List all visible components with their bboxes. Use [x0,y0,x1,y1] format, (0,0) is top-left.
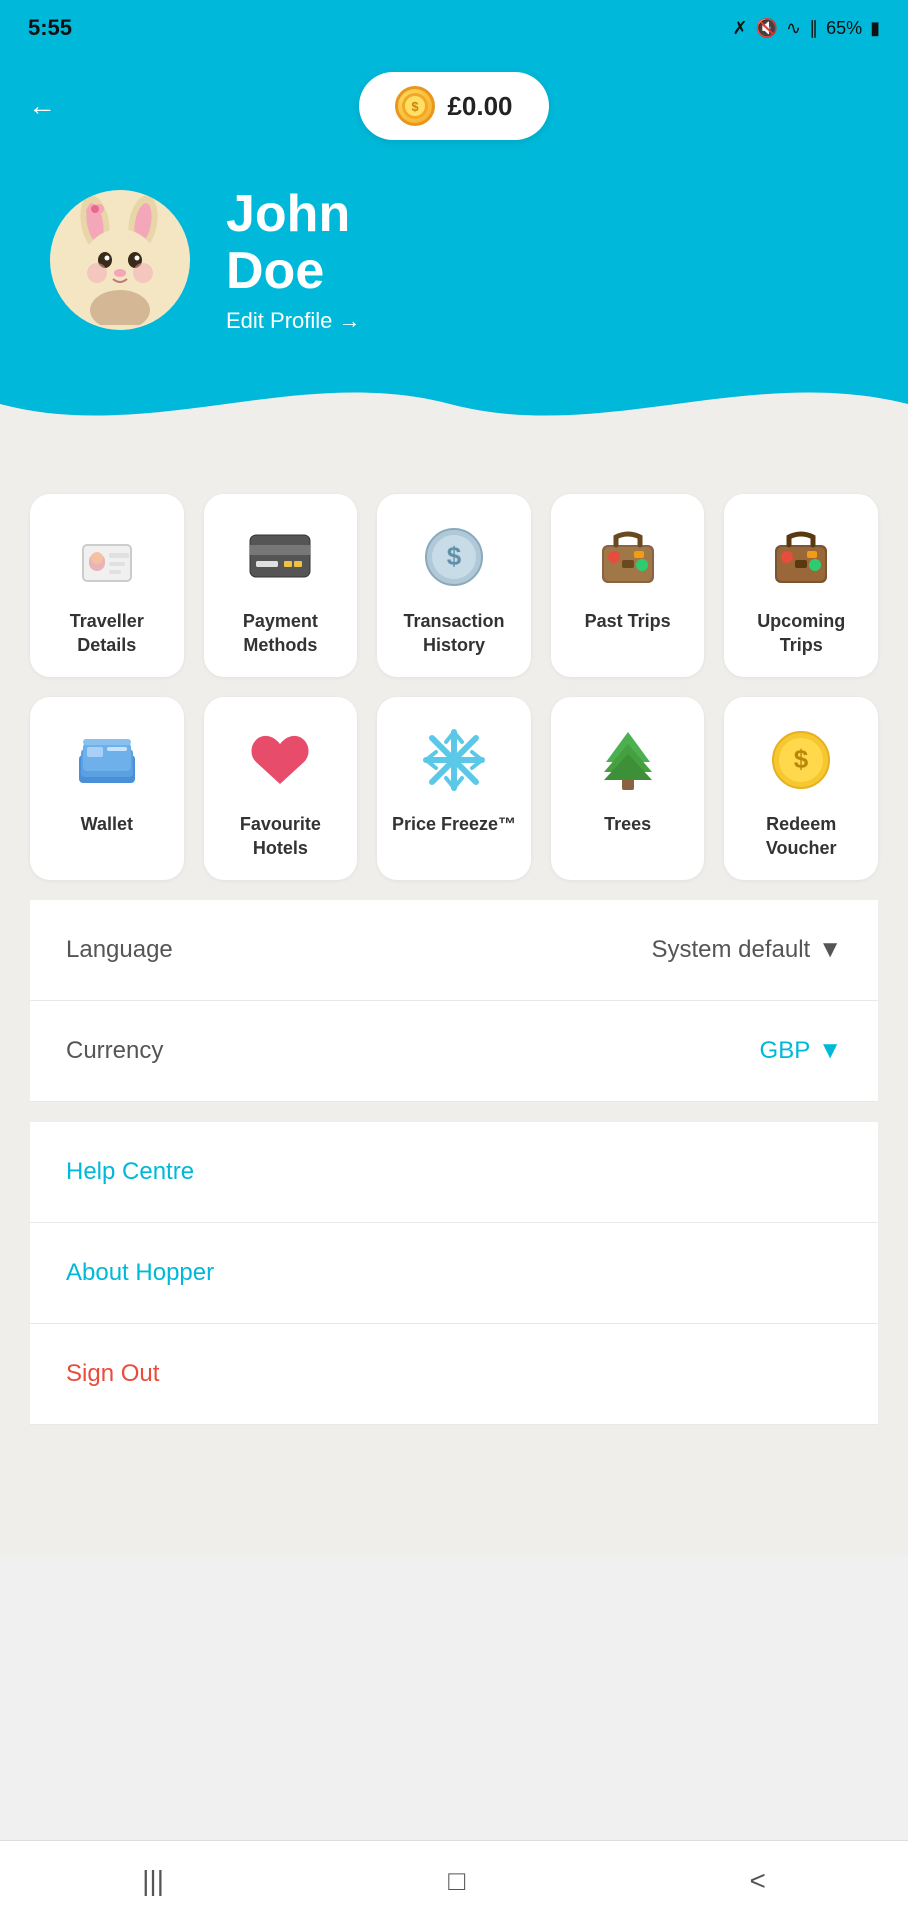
signal-icon: ∥ [809,18,818,39]
language-label: Language [66,936,173,964]
help-centre-row[interactable]: Help Centre [30,1122,878,1223]
sound-icon: 🔇 [756,18,778,39]
menu-section: Traveller Details Payment Methods [0,444,908,1555]
sign-out-link: Sign Out [66,1360,159,1387]
user-name: John Doe [226,186,361,300]
currency-row[interactable]: Currency GBP ▼ [30,1001,878,1102]
payment-methods-label: Payment Methods [214,610,348,657]
language-row[interactable]: Language System default ▼ [30,900,878,1001]
coin-icon: $ [395,86,435,126]
menu-grid-row2: Wallet Favourite Hotels [30,697,878,880]
settings-section: Language System default ▼ Currency GBP ▼ [30,900,878,1102]
upcoming-trips-label: Upcoming Trips [734,610,868,657]
avatar [50,190,190,330]
about-hopper-link: About Hopper [66,1259,214,1286]
redeem-voucher-label: Redeem Voucher [734,813,868,860]
svg-text:$: $ [412,99,420,114]
balance-amount: £0.00 [447,91,512,122]
balance-pill[interactable]: $ £0.00 [359,72,548,140]
back-button[interactable]: ← [28,90,56,122]
status-icons: ✗ 🔇 ∿ ∥ 65% ▮ [732,18,880,39]
profile-info: John Doe Edit Profile → [226,186,361,334]
wallet-label: Wallet [81,813,133,836]
menu-item-redeem-voucher[interactable]: $ Redeem Voucher [724,697,878,880]
wave-divider [0,364,908,444]
battery-icon: ▮ [870,18,880,39]
menu-grid-row1: Traveller Details Payment Methods [30,494,878,677]
svg-text:$: $ [794,744,809,774]
traveller-details-label: Traveller Details [40,610,174,657]
currency-label: Currency [66,1037,163,1065]
menu-item-favourite-hotels[interactable]: Favourite Hotels [204,697,358,880]
bluetooth-icon: ✗ [732,18,747,39]
trees-icon [593,725,663,795]
chevron-down-icon: ▼ [818,936,842,964]
wallet-icon [72,725,142,795]
hero-top: ← $ £0.00 [0,56,908,156]
transaction-history-label: Transaction History [387,610,521,657]
favourite-hotels-icon [245,725,315,795]
upcoming-trips-icon [766,522,836,592]
past-trips-label: Past Trips [585,610,671,633]
help-centre-link: Help Centre [66,1158,194,1185]
favourite-hotels-label: Favourite Hotels [214,813,348,860]
price-freeze-icon [419,725,489,795]
wifi-icon: ∿ [786,18,801,39]
edit-profile-link[interactable]: Edit Profile → [226,308,361,334]
menu-item-trees[interactable]: Trees [551,697,705,880]
currency-value: GBP ▼ [760,1037,842,1065]
traveller-details-icon [72,522,142,592]
about-hopper-row[interactable]: About Hopper [30,1223,878,1324]
menu-item-past-trips[interactable]: Past Trips [551,494,705,677]
payment-methods-icon [245,522,315,592]
menu-item-traveller-details[interactable]: Traveller Details [30,494,184,677]
menu-item-price-freeze[interactable]: Price Freeze™ [377,697,531,880]
menu-item-payment-methods[interactable]: Payment Methods [204,494,358,677]
hero-section: ← $ £0.00 [0,56,908,444]
nav-menu-button[interactable]: ||| [142,1865,164,1897]
bottom-nav: ||| □ < [0,1840,908,1920]
nav-home-button[interactable]: □ [448,1865,465,1897]
profile-section: John Doe Edit Profile → [0,156,908,364]
menu-item-transaction-history[interactable]: $ Transaction History [377,494,531,677]
currency-chevron-icon: ▼ [818,1037,842,1065]
battery-percent: 65% [826,18,862,39]
status-bar: 5:55 ✗ 🔇 ∿ ∥ 65% ▮ [0,0,908,56]
sign-out-row[interactable]: Sign Out [30,1324,878,1425]
language-value: System default ▼ [651,936,842,964]
nav-back-button[interactable]: < [749,1865,765,1897]
menu-item-upcoming-trips[interactable]: Upcoming Trips [724,494,878,677]
redeem-voucher-icon: $ [766,725,836,795]
past-trips-icon [593,522,663,592]
status-time: 5:55 [28,15,72,41]
trees-label: Trees [604,813,651,836]
svg-text:$: $ [447,541,462,571]
transaction-history-icon: $ [419,522,489,592]
price-freeze-label: Price Freeze™ [392,813,516,836]
menu-item-wallet[interactable]: Wallet [30,697,184,880]
